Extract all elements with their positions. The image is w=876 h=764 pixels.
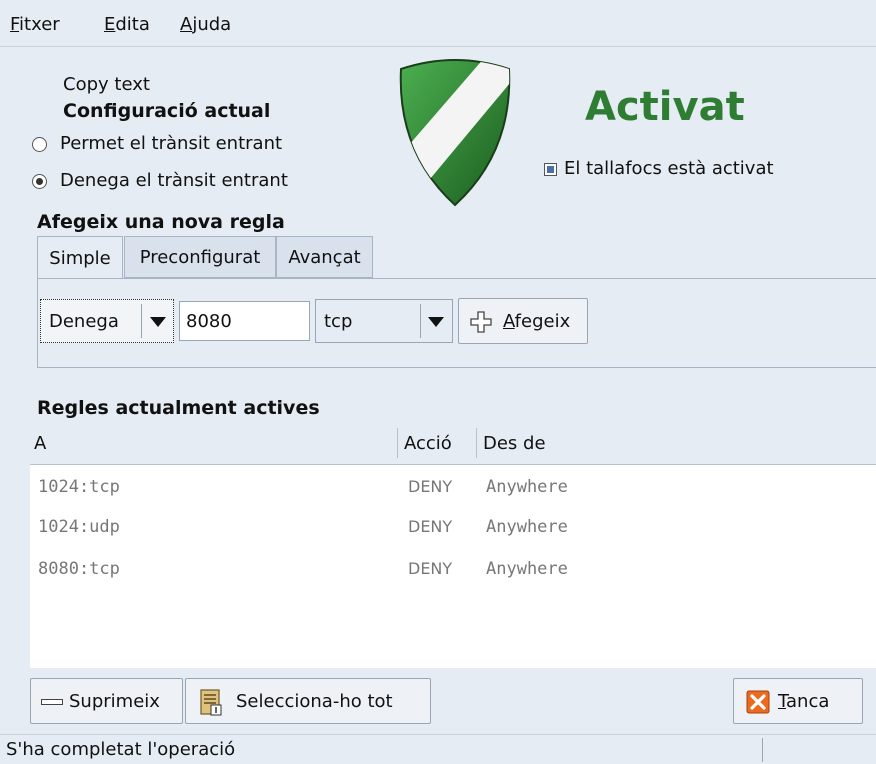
table-row[interactable]: 1024:tcp DENY Anywhere: [30, 468, 876, 508]
menu-ajuda[interactable]: Ajuda: [180, 14, 231, 35]
chevron-down-icon: [150, 317, 166, 327]
radio-button-checked[interactable]: [32, 174, 47, 189]
close-label: anca: [786, 691, 830, 712]
copy-text-label: Copy text: [63, 74, 150, 95]
checkbox-icon[interactable]: [544, 163, 557, 176]
radio-button[interactable]: [32, 137, 47, 152]
cell-to: 8080:tcp: [38, 559, 120, 579]
cell-from: Anywhere: [486, 559, 568, 579]
plus-icon: [470, 311, 492, 333]
checkbox-label: El tallafocs està activat: [564, 158, 774, 179]
column-header-action[interactable]: Acció: [404, 422, 452, 464]
minus-icon: [41, 699, 63, 705]
radio-label: Denega el trànsit entrant: [60, 170, 288, 191]
tab-simple[interactable]: Simple: [37, 236, 123, 280]
menu-fitxer[interactable]: Fitxer: [10, 14, 60, 35]
table-row[interactable]: 1024:udp DENY Anywhere: [30, 508, 876, 548]
close-icon: [746, 690, 770, 714]
cell-from: Anywhere: [486, 517, 568, 537]
table-row[interactable]: 8080:tcp DENY Anywhere: [30, 550, 876, 590]
current-config-heading: Configuració actual: [63, 100, 271, 122]
firewall-status-title: Activat: [585, 84, 745, 130]
add-label: fegeix: [514, 311, 571, 332]
rules-table-header: A Acció Des de: [30, 422, 876, 465]
cell-action: DENY: [408, 559, 453, 578]
port-input[interactable]: 8080: [179, 301, 310, 341]
close-mnemonic: T: [778, 691, 787, 712]
rules-table[interactable]: A Acció Des de 1024:tcp DENY Anywhere 10…: [30, 422, 876, 668]
remove-rule-button[interactable]: Suprimeix: [30, 678, 183, 724]
statusbar-divider: [762, 738, 763, 762]
tab-label: Preconfigurat: [139, 246, 261, 268]
tab-label: Avançat: [288, 246, 361, 268]
tab-preconfigured[interactable]: Preconfigurat: [124, 236, 276, 278]
protocol-combobox-value: tcp: [324, 311, 353, 332]
statusbar: S'ha completat l'operació: [0, 734, 876, 764]
tab-label: Simple: [49, 248, 111, 269]
tab-advanced[interactable]: Avançat: [276, 236, 373, 278]
radio-label: Permet el trànsit entrant: [60, 133, 283, 154]
column-header-to[interactable]: A: [34, 422, 46, 464]
cell-to: 1024:udp: [38, 517, 120, 537]
status-message: S'ha completat l'operació: [6, 739, 236, 760]
shield-icon: [399, 59, 511, 207]
protocol-combobox[interactable]: tcp: [315, 299, 453, 343]
document-select-icon: [200, 689, 222, 716]
column-header-from[interactable]: Des de: [483, 422, 546, 464]
add-mnemonic: A: [503, 311, 515, 332]
cell-action: DENY: [408, 477, 453, 496]
menubar: Fitxer Edita Ajuda: [0, 0, 876, 47]
select-all-button[interactable]: Selecciona-ho tot: [185, 678, 431, 724]
add-rule-button[interactable]: Afegeix: [458, 298, 588, 344]
chevron-down-icon: [428, 317, 444, 327]
select-all-label: Selecciona-ho tot: [236, 691, 393, 712]
cell-from: Anywhere: [486, 477, 568, 497]
cell-to: 1024:tcp: [38, 477, 120, 497]
new-rule-heading: Afegeix una nova regla: [37, 211, 285, 233]
firewall-enabled-checkbox[interactable]: El tallafocs està activat: [544, 158, 844, 182]
action-combobox[interactable]: Denega: [40, 299, 174, 343]
cell-action: DENY: [408, 517, 453, 536]
close-button[interactable]: Tanca: [733, 678, 863, 724]
action-combobox-value: Denega: [49, 311, 119, 332]
menu-edita[interactable]: Edita: [104, 14, 150, 35]
remove-label: Suprimeix: [69, 691, 160, 712]
radio-deny-incoming[interactable]: Denega el trànsit entrant: [30, 170, 350, 194]
active-rules-heading: Regles actualment actives: [37, 397, 320, 419]
port-input-value: 8080: [186, 311, 232, 332]
radio-allow-incoming[interactable]: Permet el trànsit entrant: [30, 133, 350, 157]
